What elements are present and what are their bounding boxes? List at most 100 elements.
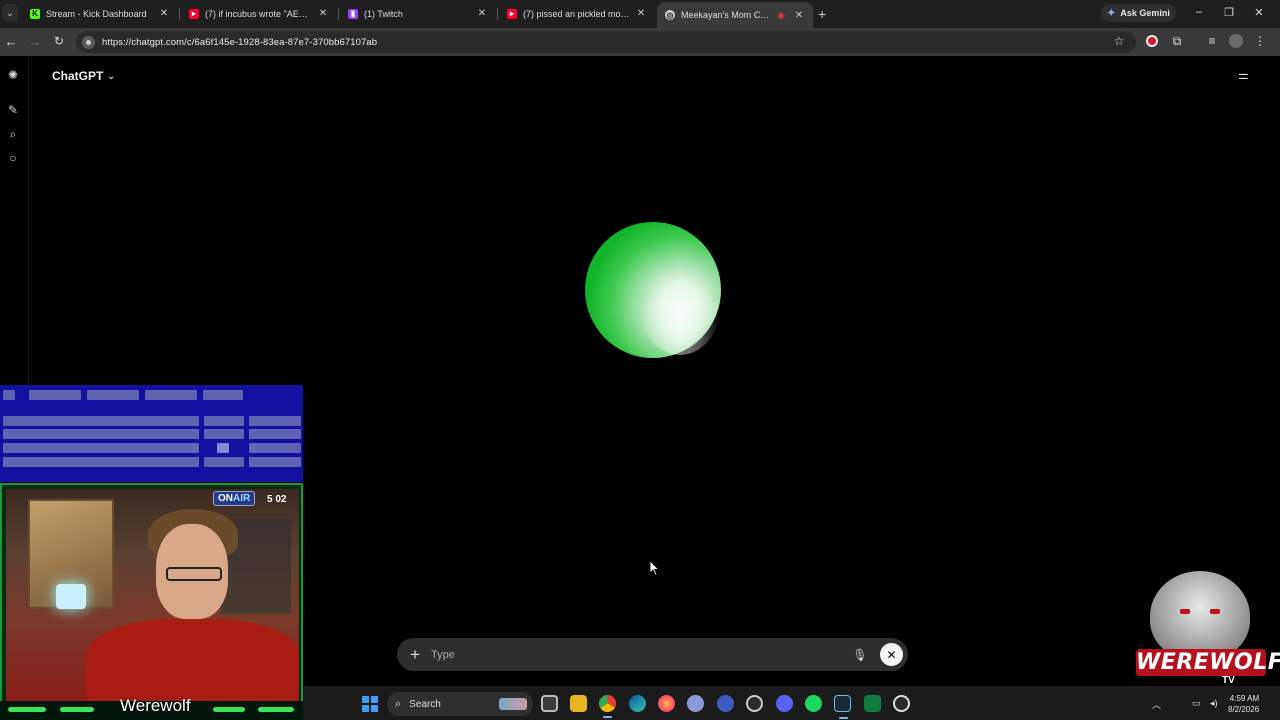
- edge-icon[interactable]: [629, 695, 646, 712]
- kick-icon: K: [30, 8, 40, 19]
- volume-icon[interactable]: ◂): [1210, 698, 1218, 709]
- record-extension-icon[interactable]: [1146, 35, 1158, 47]
- browser-toolbar: ← → ↻ https://chatgpt.com/c/6a6f145e-192…: [0, 28, 1280, 56]
- taskbar-clock[interactable]: 4:59 AM 8/2/2026: [1228, 693, 1259, 715]
- back-icon[interactable]: ←: [4, 34, 18, 49]
- restore-icon[interactable]: ❐: [1222, 6, 1236, 19]
- keyboard-main-row: [3, 416, 301, 426]
- webcam-feed: [6, 489, 299, 704]
- tab-twitch[interactable]: ▮ (1) Twitch ✕: [340, 3, 496, 24]
- logo-text: WEREWOLF: [1136, 649, 1280, 676]
- file-explorer-icon[interactable]: [570, 695, 587, 712]
- minimize-icon[interactable]: –: [1192, 6, 1206, 18]
- browser-menu-icon[interactable]: ⋮: [1253, 34, 1267, 48]
- search-chats-icon[interactable]: ⌕: [6, 127, 20, 141]
- discord-icon[interactable]: [776, 695, 793, 712]
- close-tab-icon[interactable]: ✕: [317, 8, 329, 19]
- network-icon[interactable]: ▭: [1192, 698, 1201, 709]
- close-tab-icon[interactable]: ✕: [793, 10, 805, 21]
- stream-timer: 5 02: [267, 494, 287, 505]
- app-icon[interactable]: [717, 695, 734, 712]
- nameplate-led: [8, 707, 46, 712]
- profile-avatar-icon[interactable]: [1229, 34, 1243, 48]
- url-text: https://chatgpt.com/c/6a6f145e-1928-83ea…: [102, 36, 378, 48]
- sidebar-rail: ✺ ✎ ⌕ ○: [0, 57, 29, 386]
- tab-divider: [179, 8, 180, 20]
- keyboard-overlay: [0, 385, 303, 482]
- nameplate-led: [60, 707, 94, 712]
- media-controls-icon[interactable]: ≡: [1205, 34, 1219, 48]
- end-voice-button[interactable]: ✕: [880, 643, 903, 666]
- chat-bubble-icon[interactable]: ○: [6, 151, 20, 165]
- tab-search-menu[interactable]: ⌄: [2, 4, 18, 22]
- media-player-icon[interactable]: [893, 695, 910, 712]
- webcam-feed-glasses: [166, 567, 222, 581]
- close-tab-icon[interactable]: ✕: [635, 8, 647, 19]
- taskbar-search[interactable]: ⌕ Search: [387, 692, 533, 716]
- keyboard-main-row: [3, 443, 301, 453]
- keyboard-fn-row: [3, 390, 243, 400]
- close-tab-icon[interactable]: ✕: [476, 8, 488, 19]
- chevron-down-icon: ⌄: [107, 70, 115, 81]
- new-tab-icon[interactable]: +: [818, 6, 826, 22]
- tab-kick-dashboard[interactable]: K Stream - Kick Dashboard ✕: [22, 3, 178, 24]
- tray-overflow-icon[interactable]: ︿: [1152, 698, 1161, 711]
- extensions-icon[interactable]: ⧉: [1170, 34, 1184, 49]
- microphone-icon[interactable]: 🎙︎: [852, 648, 868, 662]
- model-selector[interactable]: ChatGPT ⌄: [52, 69, 115, 83]
- recording-indicator-icon: ◉: [777, 9, 785, 20]
- excel-icon[interactable]: [864, 695, 881, 712]
- keyboard-main-row: [3, 429, 301, 439]
- message-input[interactable]: [431, 648, 852, 661]
- windows-start-icon[interactable]: [362, 696, 378, 712]
- browser-app-icon[interactable]: [687, 695, 704, 712]
- chatgpt-icon: ◎: [665, 10, 675, 20]
- clock-time: 4:59 AM: [1229, 694, 1260, 703]
- new-chat-icon[interactable]: ✎: [6, 103, 20, 117]
- streamer-name: Werewolf: [120, 696, 191, 715]
- webcam-overlay: [0, 483, 303, 720]
- voice-mode-orb-highlight: [640, 260, 720, 355]
- wolf-eyes: [1180, 609, 1220, 615]
- firefox-icon[interactable]: [658, 695, 675, 712]
- attach-plus-icon[interactable]: +: [405, 645, 425, 665]
- close-tab-icon[interactable]: ✕: [158, 8, 170, 19]
- browser-tab-strip: ⌄ K Stream - Kick Dashboard ✕ ▸ (7) if i…: [0, 0, 1280, 28]
- mouse-cursor-icon: [649, 560, 660, 581]
- close-window-icon[interactable]: ✕: [1252, 6, 1266, 19]
- site-info-icon[interactable]: [82, 35, 95, 49]
- tab-youtube-pickled-mom[interactable]: ▸ (7) pissed an pickled mom - Yo ✕: [499, 3, 655, 24]
- logo-subtext: TV: [1222, 675, 1235, 686]
- clock-date: 8/2/2026: [1228, 705, 1260, 714]
- werewolf-tv-logo: WEREWOLF TV: [1136, 571, 1280, 686]
- ask-gemini-button[interactable]: ✦ Ask Gemini: [1101, 4, 1176, 22]
- webcam-feed-streamer: [86, 619, 299, 704]
- search-icon: ⌕: [395, 697, 402, 710]
- on-air-badge: ON AIR: [213, 491, 256, 506]
- address-bar[interactable]: https://chatgpt.com/c/6a6f145e-1928-83ea…: [76, 31, 1136, 53]
- youtube-icon: ▸: [189, 8, 199, 19]
- tab-divider: [497, 8, 498, 20]
- reload-icon[interactable]: ↻: [52, 34, 66, 48]
- gemini-spark-icon: ✦: [1107, 7, 1116, 19]
- openai-logo-icon[interactable]: ✺: [6, 68, 20, 82]
- obs-icon[interactable]: [746, 695, 763, 712]
- tab-divider: [338, 8, 339, 20]
- chrome-icon[interactable]: [599, 695, 616, 718]
- tab-youtube-incubus[interactable]: ▸ (7) if incubus wrote "AERIALS" ✕: [181, 3, 337, 24]
- forward-icon[interactable]: →: [28, 34, 42, 49]
- tab-chatgpt-active[interactable]: ◎ Meekayan's Mom Clarificati ◉ ✕: [657, 2, 813, 28]
- spotify-icon[interactable]: [805, 695, 822, 712]
- task-view-icon[interactable]: [541, 695, 558, 712]
- keyboard-main-row: [3, 457, 301, 467]
- steam-icon[interactable]: [834, 695, 851, 719]
- youtube-icon: ▸: [507, 8, 517, 19]
- wolf-head-icon: [1150, 571, 1250, 661]
- nameplate-led: [213, 707, 245, 712]
- twitch-icon: ▮: [348, 8, 358, 19]
- bookmark-star-icon[interactable]: ☆: [1112, 34, 1126, 48]
- search-highlight-icon: [499, 698, 527, 710]
- webcam-feed-lamp: [56, 584, 86, 609]
- voice-settings-icon[interactable]: ⚌: [1238, 68, 1249, 82]
- voice-composer: + 🎙︎ ✕: [397, 638, 908, 671]
